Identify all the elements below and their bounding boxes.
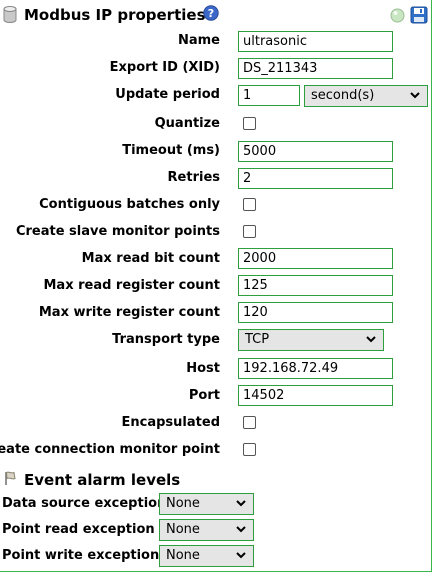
update-period-unit-value: second(s) [311, 88, 375, 103]
panel-title: Modbus IP properties [24, 6, 206, 24]
xid-input[interactable]: DS_211343 [238, 58, 393, 79]
xid-label: Export ID (XID) [109, 60, 220, 75]
data-source-exception-select[interactable]: None [159, 493, 254, 515]
status-led-icon[interactable] [390, 8, 405, 23]
max-write-register-input[interactable]: 120 [238, 302, 393, 323]
chevron-down-icon [366, 336, 376, 343]
slave-monitor-checkbox[interactable] [243, 225, 256, 238]
svg-text:?: ? [208, 7, 214, 20]
max-read-register-input[interactable]: 125 [238, 275, 393, 296]
name-input[interactable]: ultrasonic [238, 31, 393, 52]
host-label: Host [186, 361, 220, 376]
transport-type-value: TCP [245, 332, 270, 347]
point-read-exception-label: Point read exception [2, 522, 155, 537]
properties-panel: Modbus IP properties ? Name ultrasonic E… [0, 0, 432, 572]
point-read-exception-value: None [166, 522, 200, 537]
port-label: Port [188, 388, 220, 403]
connection-monitor-label: Create connection monitor point [0, 442, 220, 457]
update-period-input[interactable]: 1 [238, 85, 300, 106]
help-icon[interactable]: ? [203, 5, 219, 21]
chevron-down-icon [236, 526, 246, 533]
quantize-checkbox[interactable] [243, 117, 256, 130]
quantize-label: Quantize [154, 116, 220, 131]
chevron-down-icon [236, 552, 246, 559]
transport-type-select[interactable]: TCP [238, 329, 384, 351]
data-source-exception-label: Data source exception [2, 496, 167, 511]
point-read-exception-select[interactable]: None [159, 519, 254, 541]
save-icon[interactable] [410, 6, 428, 24]
transport-type-label: Transport type [112, 332, 220, 347]
panel-header: Modbus IP properties ? [0, 3, 432, 27]
point-write-exception-select[interactable]: None [159, 545, 254, 567]
encapsulated-checkbox[interactable] [243, 416, 256, 429]
timeout-label: Timeout (ms) [122, 143, 220, 158]
max-read-bit-input[interactable]: 2000 [238, 248, 393, 269]
port-input[interactable]: 14502 [238, 385, 393, 406]
chevron-down-icon [410, 92, 420, 99]
host-input[interactable]: 192.168.72.49 [238, 358, 393, 379]
connection-monitor-checkbox[interactable] [243, 443, 256, 456]
event-alarm-levels-title: Event alarm levels [24, 471, 181, 489]
contiguous-batches-checkbox[interactable] [243, 198, 256, 211]
timeout-input[interactable]: 5000 [238, 141, 393, 162]
contiguous-batches-label: Contiguous batches only [39, 197, 220, 212]
point-write-exception-value: None [166, 548, 200, 563]
database-icon [3, 6, 17, 23]
retries-label: Retries [167, 170, 220, 185]
max-write-register-label: Max write register count [38, 305, 220, 320]
update-period-label: Update period [115, 87, 220, 102]
retries-input[interactable]: 2 [238, 168, 393, 189]
slave-monitor-label: Create slave monitor points [15, 224, 220, 239]
event-alarm-levels-header: Event alarm levels [0, 468, 300, 490]
data-source-exception-value: None [166, 496, 200, 511]
encapsulated-label: Encapsulated [121, 415, 220, 430]
flag-icon [5, 471, 16, 485]
chevron-down-icon [236, 500, 246, 507]
update-period-unit-select[interactable]: second(s) [304, 85, 428, 107]
name-label: Name [177, 33, 220, 48]
max-read-register-label: Max read register count [43, 278, 220, 293]
point-write-exception-label: Point write exception [2, 548, 160, 563]
max-read-bit-label: Max read bit count [81, 251, 220, 266]
